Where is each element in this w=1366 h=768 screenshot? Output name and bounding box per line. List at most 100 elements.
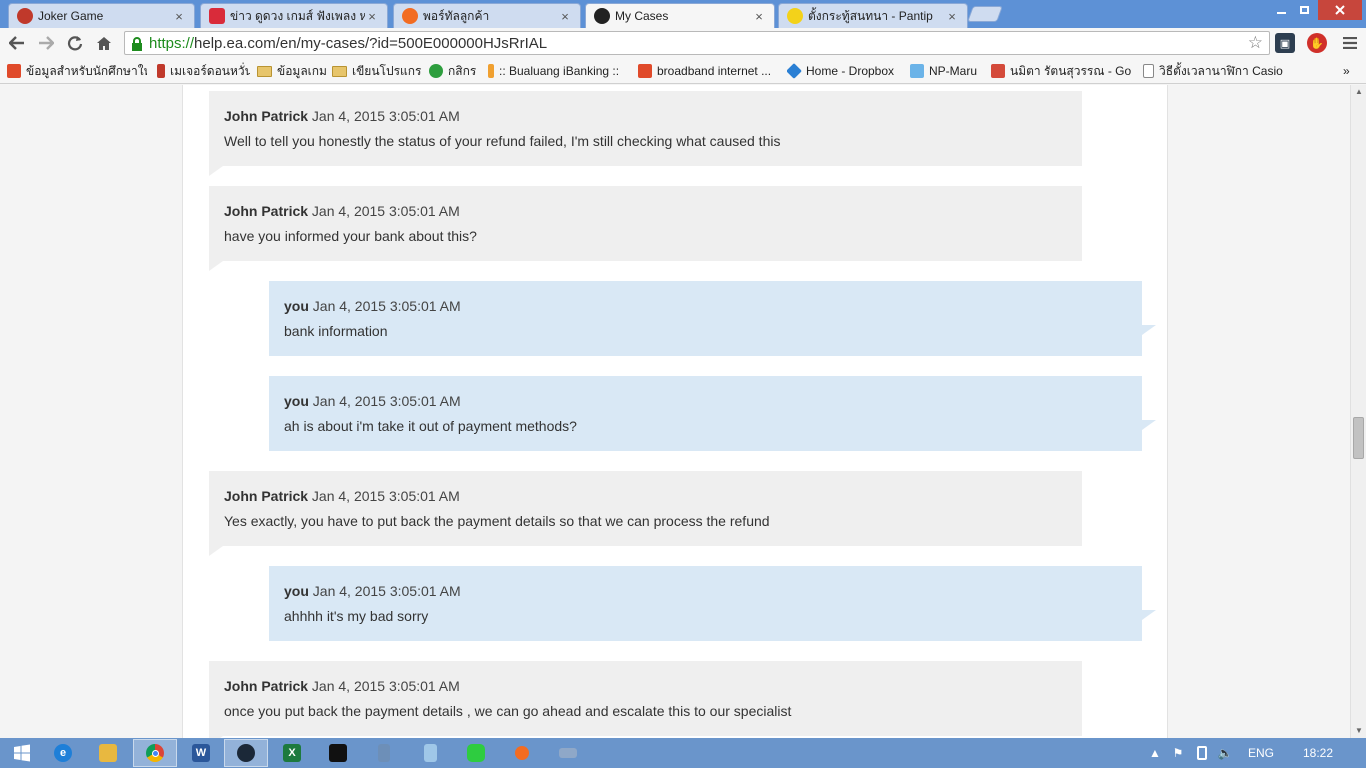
taskbar-app-notepad[interactable] bbox=[408, 739, 452, 767]
taskbar-app-keyboard[interactable] bbox=[546, 739, 590, 767]
input-language-indicator[interactable]: ENG bbox=[1244, 745, 1278, 761]
user-message: you Jan 4, 2015 3:05:01 AM ahhhh it's my… bbox=[269, 566, 1156, 641]
message-timestamp: Jan 4, 2015 3:05:01 AM bbox=[312, 393, 461, 409]
url-path: help.ea.com/en/my-cases/?id=500E000000HJ… bbox=[194, 34, 548, 52]
bookmark-item[interactable]: :: Bualuang iBanking :: bbox=[488, 62, 628, 80]
home-icon[interactable] bbox=[92, 32, 116, 54]
message-timestamp: Jan 4, 2015 3:05:01 AM bbox=[311, 203, 460, 219]
origin-favicon bbox=[402, 8, 418, 24]
bookmark-folder[interactable]: ข้อมูลเกม bbox=[257, 62, 327, 80]
bookmark-label: เขียนโปรแกรม bbox=[352, 63, 422, 78]
taskbar-app-excel[interactable]: X bbox=[270, 739, 314, 767]
bookmark-item[interactable]: broadband internet ... bbox=[638, 62, 778, 80]
scroll-down-arrow-icon[interactable]: ▼ bbox=[1351, 724, 1366, 738]
bookmark-item[interactable]: Home - Dropbox bbox=[787, 62, 902, 80]
new-tab-button[interactable] bbox=[967, 6, 1003, 22]
origin-icon bbox=[515, 746, 529, 760]
taskbar-app-file-explorer[interactable] bbox=[86, 739, 130, 767]
joker-game-favicon bbox=[17, 8, 33, 24]
sanook-favicon bbox=[209, 8, 225, 24]
steam-icon bbox=[237, 744, 255, 762]
taskbar-app-origin[interactable] bbox=[500, 739, 544, 767]
message-text: Well to tell you honestly the status of … bbox=[224, 133, 781, 149]
tab-my-cases[interactable]: My Cases × bbox=[585, 3, 775, 28]
power-icon[interactable] bbox=[1194, 745, 1210, 761]
close-icon[interactable]: × bbox=[945, 9, 959, 24]
close-icon[interactable]: × bbox=[172, 9, 186, 24]
taskbar-app-chrome[interactable] bbox=[133, 739, 177, 767]
scroll-up-arrow-icon[interactable]: ▲ bbox=[1351, 85, 1366, 99]
bookmark-label: Home - Dropbox bbox=[806, 64, 895, 78]
calculator-icon bbox=[378, 744, 390, 762]
message-author: you bbox=[284, 298, 309, 314]
file-explorer-icon bbox=[99, 744, 117, 762]
browser-tab-strip: Joker Game × ข่าว ดูดวง เกมส์ ฟังเพลง หว… bbox=[0, 0, 1366, 28]
3bb-icon bbox=[638, 64, 652, 78]
taskbar-app-calculator[interactable] bbox=[362, 739, 406, 767]
user-message: you Jan 4, 2015 3:05:01 AM ah is about i… bbox=[269, 376, 1156, 451]
internet-explorer-icon: e bbox=[54, 744, 72, 762]
tab-joker-game[interactable]: Joker Game × bbox=[8, 3, 195, 28]
user-message: you Jan 4, 2015 3:05:01 AM bank informat… bbox=[269, 281, 1156, 356]
tab-customer-portal[interactable]: พอร์ทัลลูกค้า × bbox=[393, 3, 581, 28]
start-button[interactable] bbox=[0, 739, 44, 767]
dropbox-icon bbox=[787, 63, 802, 79]
message-author: you bbox=[284, 583, 309, 599]
bookmark-label: :: Bualuang iBanking :: bbox=[499, 64, 620, 78]
google-plus-icon bbox=[991, 64, 1005, 78]
close-icon[interactable]: × bbox=[365, 9, 379, 24]
lock-icon bbox=[131, 37, 143, 51]
pen-icon bbox=[488, 64, 494, 78]
bookmark-item[interactable]: เมเจอร์ดอนหวั่น bbox=[157, 62, 250, 80]
reload-icon[interactable] bbox=[63, 32, 87, 54]
restore-icon[interactable] bbox=[1293, 0, 1315, 20]
bookmark-label: นมิตา รัตนสุวรรณ - Go... bbox=[1010, 63, 1131, 78]
taskbar-app-word[interactable]: W bbox=[179, 739, 223, 767]
bookmark-item[interactable]: NP-Maru bbox=[910, 62, 985, 80]
taskbar-app-steam[interactable] bbox=[224, 739, 268, 767]
volume-icon[interactable]: 🔈 bbox=[1216, 745, 1234, 761]
bookmark-item[interactable]: นมิตา รัตนสุวรรณ - Go... bbox=[991, 62, 1131, 80]
extension-icon[interactable]: ▣ bbox=[1275, 33, 1295, 53]
show-hidden-icons-chevron-icon[interactable]: ▲ bbox=[1148, 745, 1162, 761]
message-text: ahhhh it's my bad sorry bbox=[284, 608, 429, 624]
chrome-icon bbox=[146, 744, 164, 762]
forward-arrow-icon[interactable] bbox=[34, 32, 58, 54]
message-text: have you informed your bank about this? bbox=[224, 228, 477, 244]
adblock-icon[interactable]: ✋ bbox=[1307, 33, 1327, 53]
tab-pantip[interactable]: ตั้งกระทู้สนทนา - Pantip × bbox=[778, 3, 968, 28]
bookmark-item[interactable]: วิธีตั้งเวลานาฬิกา Casio... bbox=[1143, 62, 1283, 80]
page-viewport: John Patrick Jan 4, 2015 3:05:01 AM Well… bbox=[0, 85, 1350, 738]
agent-message: John Patrick Jan 4, 2015 3:05:01 AM Well… bbox=[209, 91, 1082, 176]
bookmark-star-icon[interactable]: ☆ bbox=[1248, 33, 1263, 53]
keyboard-icon bbox=[559, 748, 577, 758]
address-bar[interactable]: https://help.ea.com/en/my-cases/?id=500E… bbox=[124, 31, 1270, 55]
vertical-scrollbar[interactable]: ▲ ▼ bbox=[1350, 85, 1366, 738]
message-timestamp: Jan 4, 2015 3:05:01 AM bbox=[311, 678, 460, 694]
folder-icon bbox=[332, 65, 347, 77]
message-timestamp: Jan 4, 2015 3:05:01 AM bbox=[311, 108, 460, 124]
scrollbar-thumb[interactable] bbox=[1353, 417, 1364, 459]
taskbar-app-cmd[interactable] bbox=[316, 739, 360, 767]
taskbar-app-line[interactable] bbox=[454, 739, 498, 767]
taskbar-app-internet-explorer[interactable]: e bbox=[41, 739, 85, 767]
bookmark-label: วิธีตั้งเวลานาฬิกา Casio... bbox=[1159, 63, 1283, 78]
tab-sanook[interactable]: ข่าว ดูดวง เกมส์ ฟังเพลง หวย ดา... × bbox=[200, 3, 388, 28]
bookmark-label: เมเจอร์ดอนหวั่น bbox=[170, 63, 250, 78]
clock[interactable]: 18:22 bbox=[1296, 745, 1340, 761]
close-icon[interactable]: × bbox=[752, 9, 766, 24]
action-center-flag-icon[interactable]: ⚑ bbox=[1170, 745, 1186, 761]
back-arrow-icon[interactable] bbox=[5, 32, 29, 54]
bookmark-label: ข้อมูลสำหรับนักศึกษาใหม่ bbox=[26, 63, 147, 78]
message-author: John Patrick bbox=[224, 108, 309, 124]
more-bookmarks-chevron-icon[interactable]: » bbox=[1343, 62, 1357, 80]
window-close-icon[interactable] bbox=[1318, 0, 1362, 20]
bookmark-folder[interactable]: เขียนโปรแกรม bbox=[332, 62, 422, 80]
bookmark-item[interactable]: ข้อมูลสำหรับนักศึกษาใหม่ bbox=[7, 62, 147, 80]
menu-icon[interactable] bbox=[1338, 32, 1362, 54]
minimize-icon[interactable] bbox=[1270, 0, 1292, 20]
close-icon[interactable]: × bbox=[558, 9, 572, 24]
bookmark-item[interactable]: กสิกร bbox=[429, 62, 481, 80]
agent-message: John Patrick Jan 4, 2015 3:05:01 AM have… bbox=[209, 186, 1082, 271]
bookmark-label: NP-Maru bbox=[929, 64, 978, 78]
